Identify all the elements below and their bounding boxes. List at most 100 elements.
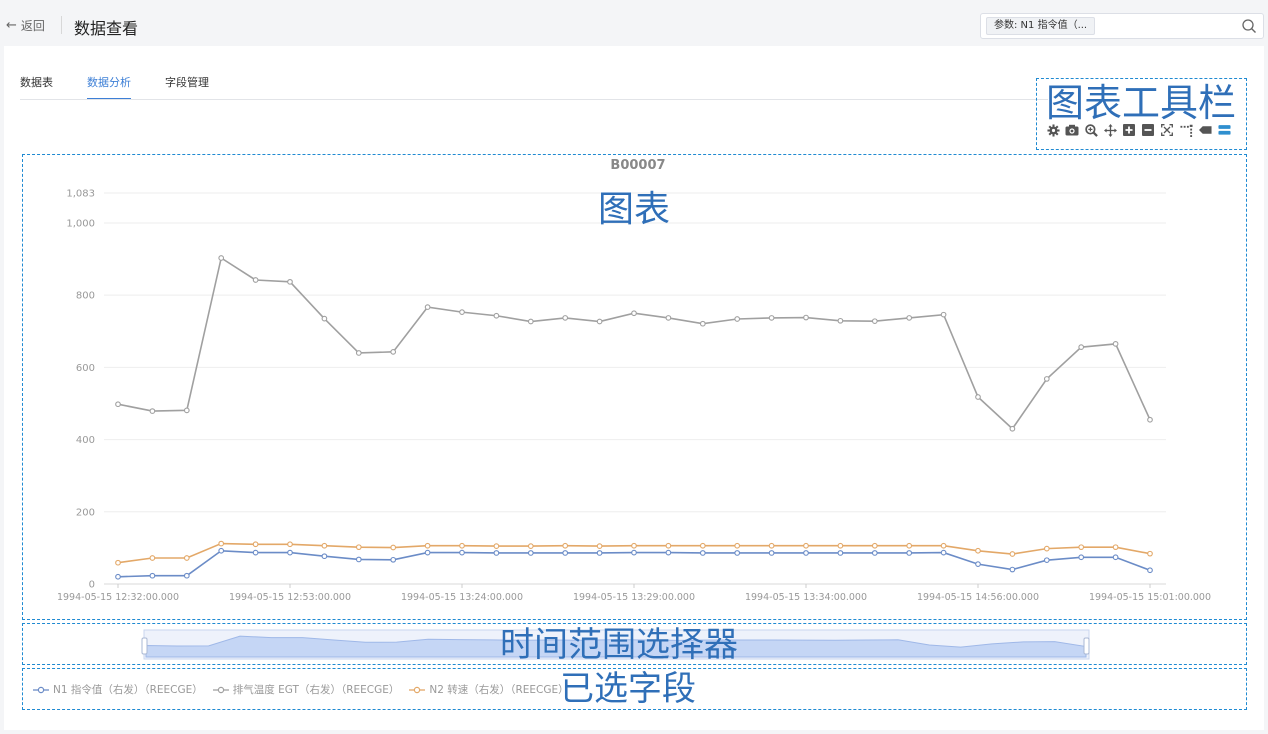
data-point <box>906 542 913 549</box>
legend-marker-egt <box>212 686 229 693</box>
data-point <box>596 318 603 325</box>
data-point <box>424 542 431 549</box>
data-point <box>1147 550 1153 557</box>
y-tick-label: 800 <box>76 291 95 302</box>
data-point <box>115 401 121 408</box>
data-point <box>803 314 809 321</box>
legend-item-n2[interactable]: N2 转速（右发）（REECGE） <box>409 682 569 697</box>
data-point <box>252 277 259 283</box>
y-tick-label: 200 <box>76 507 95 518</box>
data-point <box>424 549 431 556</box>
data-point <box>1147 567 1153 574</box>
data-point <box>1009 425 1016 432</box>
data-point <box>355 544 362 551</box>
data-point <box>734 542 741 549</box>
data-point <box>940 311 947 318</box>
x-tick-label: 1994-05-15 15:01:00.000 <box>1089 592 1211 603</box>
data-point <box>871 550 878 556</box>
legend: N1 指令值（右发）（REECGE） 排气温度 EGT（右发）（REECGE） … <box>33 682 569 697</box>
data-point <box>1112 544 1119 551</box>
chart-title: B00007 <box>610 158 665 173</box>
data-point <box>631 549 637 556</box>
data-point <box>149 555 156 561</box>
x-tick-label: 1994-05-15 12:32:00.000 <box>57 592 179 603</box>
data-point <box>803 550 809 556</box>
selected-fields-annotation-label: 已选字段 <box>560 669 696 709</box>
data-point <box>218 547 225 554</box>
data-point <box>699 320 706 327</box>
legend-label-n2: N2 转速（右发）（REECGE） <box>429 684 569 696</box>
x-tick-label: 1994-05-15 14:56:00.000 <box>917 592 1039 603</box>
legend-label-egt: 排气温度 EGT（右发）（REECGE） <box>232 684 400 696</box>
legend-item-egt[interactable]: 排气温度 EGT（右发）（REECGE） <box>212 682 400 697</box>
data-point <box>906 315 913 321</box>
data-point <box>562 550 569 556</box>
data-point <box>1078 544 1085 551</box>
data-point <box>252 541 259 548</box>
data-point <box>906 550 913 556</box>
data-point <box>1112 341 1119 347</box>
data-point <box>768 542 775 549</box>
data-point <box>321 542 328 549</box>
data-point <box>424 304 431 310</box>
data-point <box>975 394 981 400</box>
data-point <box>1009 566 1016 573</box>
data-point <box>975 547 981 554</box>
data-point <box>1112 554 1119 561</box>
data-point <box>562 542 569 549</box>
data-point <box>562 315 569 321</box>
y-tick-label: 0 <box>89 580 95 591</box>
data-point <box>1078 554 1085 561</box>
data-point <box>734 316 741 322</box>
data-point <box>183 572 190 579</box>
data-point <box>837 317 844 324</box>
data-point <box>768 550 775 556</box>
data-point <box>665 542 672 549</box>
data-point <box>149 572 156 579</box>
y-tick-label: 400 <box>76 435 95 446</box>
data-point <box>493 543 500 549</box>
data-point <box>115 573 121 580</box>
x-tick-label: 1994-05-15 13:24:00.000 <box>401 592 523 603</box>
y-tick-label: 1,083 <box>66 189 95 200</box>
data-point <box>837 550 844 556</box>
data-point <box>390 544 397 551</box>
data-point <box>183 555 190 561</box>
data-point <box>287 549 293 556</box>
data-point <box>459 309 465 315</box>
data-point <box>390 556 397 563</box>
data-point <box>596 543 603 549</box>
legend-item-n1[interactable]: N1 指令值（右发）（REECGE） <box>33 682 203 697</box>
data-point <box>631 310 637 317</box>
data-point <box>218 540 225 547</box>
data-point <box>1043 545 1050 552</box>
data-point <box>149 408 156 414</box>
data-point <box>527 543 534 549</box>
data-point <box>527 550 534 556</box>
data-point <box>631 542 637 549</box>
range-handle-right[interactable] <box>1083 637 1090 655</box>
range-handle-left[interactable] <box>141 637 148 655</box>
line-chart: B00007 0 200 400 600 800 1,000 1,083 1994-05-1… <box>57 158 1211 660</box>
x-tick-label: 1994-05-15 12:53:00.000 <box>229 592 351 603</box>
data-point <box>287 278 293 285</box>
data-point <box>1147 416 1153 423</box>
data-point <box>390 349 397 355</box>
data-point <box>252 549 259 556</box>
data-point <box>975 561 981 567</box>
data-point <box>768 315 775 321</box>
data-point <box>459 542 465 549</box>
chart-annotation-label: 图表 <box>598 189 671 230</box>
data-point <box>1043 376 1050 382</box>
x-tick-label: 1994-05-15 13:34:00.000 <box>745 592 867 603</box>
data-point <box>1078 344 1085 351</box>
data-point <box>837 542 844 549</box>
data-point <box>871 542 878 549</box>
range-annotation-label: 时间范围选择器 <box>500 625 738 665</box>
data-point <box>355 350 362 356</box>
y-tick-label: 600 <box>76 363 95 374</box>
data-point <box>321 315 328 322</box>
data-point <box>459 549 465 556</box>
data-point <box>699 542 706 549</box>
data-point <box>218 255 225 261</box>
